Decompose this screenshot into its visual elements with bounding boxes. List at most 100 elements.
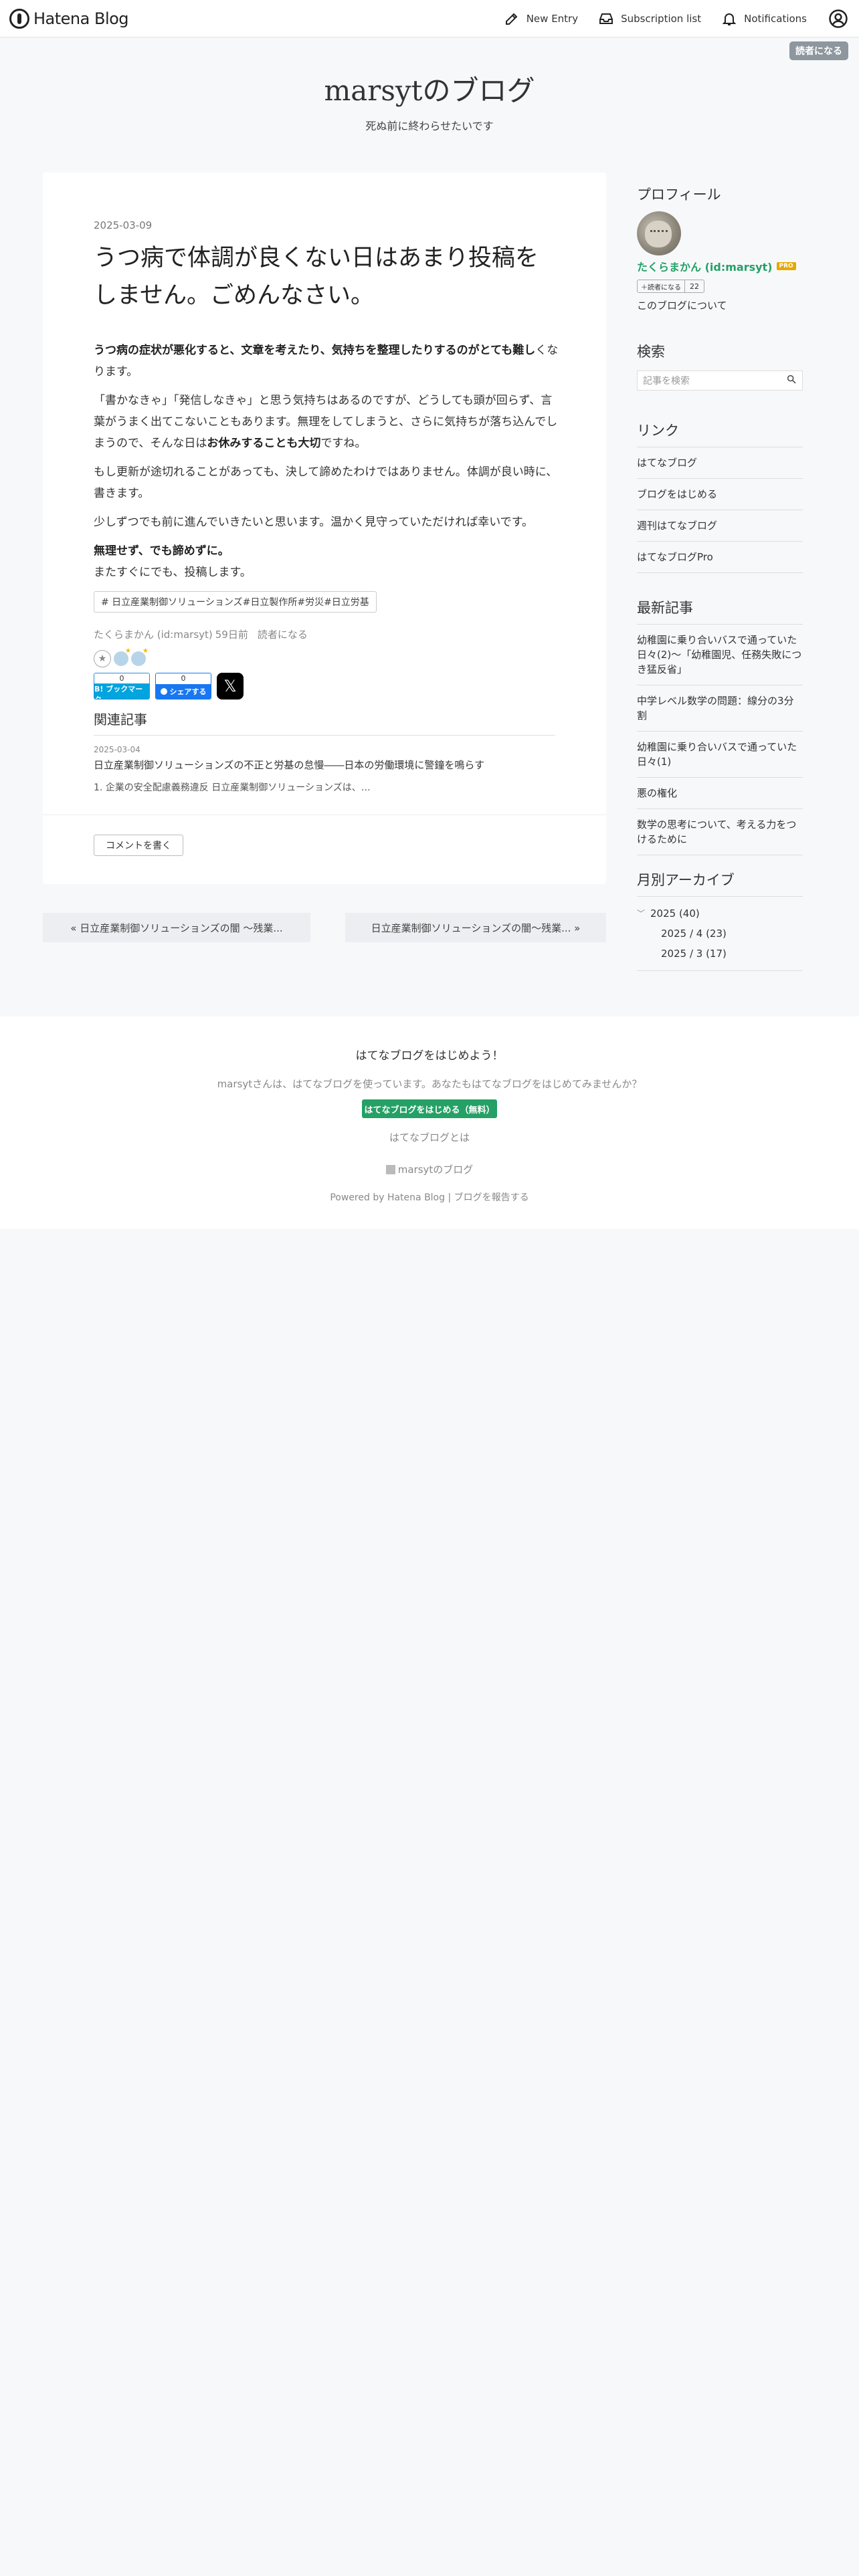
reader-count[interactable]: 22 — [685, 280, 704, 293]
related-heading: 関連記事 — [94, 709, 555, 736]
prev-entry-link[interactable]: « 日立産業制御ソリューションズの闇 〜残業... — [43, 913, 310, 942]
archive-year-label: 2025 (40) — [650, 907, 700, 920]
paragraph: 「書かなきゃ」「発信しなきゃ」と思う気持ちはあるのですが、どうしても頭が回らず、… — [94, 390, 562, 454]
reader-link[interactable]: 読者になる — [258, 629, 308, 641]
search-input[interactable]: 記事を検索 — [637, 370, 803, 391]
star-user-icon[interactable] — [131, 647, 149, 666]
time-ago[interactable]: 59日前 — [215, 629, 248, 641]
user-account-icon[interactable] — [828, 9, 848, 29]
paragraph: うつ病の症状が悪化すると、文章を考えたり、気持ちを整理したりするのがとても難しく… — [94, 340, 562, 383]
hatena-logo-icon — [9, 8, 29, 29]
entry-footer: たくらまかん (id:marsyt) 59日前 読者になる — [94, 627, 317, 641]
facebook-share-text: シェアする — [169, 687, 207, 696]
about-hatena-blog-link[interactable]: はてなブログとは — [0, 1130, 859, 1144]
profile-name-text: たくらまかん (id:marsyt) — [637, 261, 773, 274]
entry-content: うつ病の症状が悪化すると、文章を考えたり、気持ちを整理したりするのがとても難しく… — [94, 340, 562, 591]
header-actions: New Entry Subscription list Notification… — [484, 9, 848, 29]
paragraph: もし更新が途切れることがあっても、決して諦めたわけではありません。体調が良い時に… — [94, 465, 558, 500]
recent-entry[interactable]: 数学の思考について、考える力をつけるために — [637, 809, 803, 855]
search-icon[interactable] — [786, 374, 797, 387]
logo-text: Hatena Blog — [33, 9, 129, 28]
entry-title[interactable]: うつ病で体調が良くない日はあまり投稿をしません。ごめんなさい。 — [94, 239, 555, 314]
links-list: はてなブログ ブログをはじめる 週刊はてなブログ はてなブログPro — [637, 447, 803, 573]
footer-blog-link[interactable]: marsytのブログ — [0, 1162, 859, 1176]
entry-tags[interactable]: # 日立産業制御ソリューションズ#日立製作所#労災#日立労基 — [94, 591, 377, 613]
blog-title[interactable]: marsytのブログ — [0, 68, 859, 109]
footer: はてなブログをはじめよう！ marsytさんは、はてなブログを使っています。あな… — [0, 1016, 859, 1229]
entry-date[interactable]: 2025-03-09 — [94, 219, 152, 231]
related-title[interactable]: 日立産業制御ソリューションズの不正と労基の怠慢――日本の労働環境に警鐘を鳴らす — [94, 758, 484, 772]
search-title: 検索 — [637, 344, 665, 360]
powered-by[interactable]: Powered by Hatena Blog | ブログを報告する — [0, 1190, 859, 1204]
link-item[interactable]: はてなブログPro — [637, 541, 803, 573]
related-date: 2025-03-04 — [94, 745, 140, 754]
author-link[interactable]: たくらまかん (id:marsyt) — [94, 629, 213, 641]
facebook-share-button[interactable]: 0 シェアする — [155, 673, 211, 700]
profile-avatar[interactable] — [637, 211, 681, 255]
archive-month[interactable]: 2025 / 3 (17) — [637, 944, 803, 964]
recent-entry[interactable]: 幼稚園に乗り合いバスで通っていた日々(2)〜「幼稚園児、任務失敗につき猛反省」 — [637, 624, 803, 685]
facebook-label: シェアする — [156, 684, 211, 699]
edit-icon — [505, 13, 518, 25]
x-icon: 𝕏 — [223, 677, 237, 695]
notifications-button[interactable]: Notifications — [721, 11, 807, 27]
profile-reader: ＋読者になる 22 — [637, 280, 704, 293]
about-blog-link[interactable]: このブログについて — [637, 298, 727, 312]
star-area: ★ — [94, 647, 149, 667]
article: 2025-03-09 うつ病で体調が良くない日はあまり投稿をしません。ごめんなさ… — [43, 173, 606, 884]
subscription-list-button[interactable]: Subscription list — [598, 11, 701, 27]
bold-text: うつ病の症状が悪化すると、文章を考えたり、気持ちを整理したりするのがとても難し — [94, 344, 536, 357]
recent-entry[interactable]: 悪の権化 — [637, 777, 803, 809]
add-star-icon[interactable]: ★ — [94, 650, 111, 667]
footer-blog-name: marsytのブログ — [397, 1164, 474, 1176]
notifications-label: Notifications — [744, 12, 807, 25]
subscription-list-label: Subscription list — [621, 12, 702, 25]
paragraph-text: ですね。 — [320, 437, 367, 450]
profile-subscribe-button[interactable]: ＋読者になる — [637, 280, 685, 293]
chevron-down-icon[interactable]: ﹀ — [637, 903, 650, 924]
recent-entries-list: 幼稚園に乗り合いバスで通っていた日々(2)〜「幼稚園児、任務失敗につき猛反省」 … — [637, 624, 803, 855]
link-item[interactable]: 週刊はてなブログ — [637, 510, 803, 541]
star-user-icon[interactable] — [114, 647, 131, 666]
facebook-icon — [160, 688, 167, 695]
recent-entry[interactable]: 幼稚園に乗り合いバスで通っていた日々(1) — [637, 731, 803, 777]
paragraph: 少しずつでも前に進んでいきたいと思います。温かく見守っていただければ幸いです。 — [94, 516, 534, 529]
x-share-button[interactable]: 𝕏 — [217, 673, 244, 700]
archive-list: ﹀ 2025 (40) 2025 / 4 (23) 2025 / 3 (17) — [637, 896, 803, 971]
global-header: Hatena Blog New Entry Subscription list … — [0, 0, 859, 37]
bold-text: お休みすることも大切 — [207, 437, 321, 450]
new-entry-button[interactable]: New Entry — [504, 11, 578, 27]
archive-month[interactable]: 2025 / 4 (23) — [637, 924, 803, 944]
start-blog-button[interactable]: はてなブログをはじめる（無料） — [362, 1099, 497, 1118]
paragraph-text: またすぐにでも、投稿します。 — [94, 566, 252, 579]
footer-title: はてなブログをはじめよう！ — [355, 1049, 504, 1063]
next-entry-link[interactable]: 日立産業制御ソリューションズの闇〜残業... » — [345, 913, 606, 942]
profile-title: プロフィール — [637, 187, 721, 203]
blog-favicon-icon — [385, 1165, 395, 1174]
link-item[interactable]: はてなブログ — [637, 447, 803, 478]
hatena-bookmark-button[interactable]: 0 B! ブックマーク — [94, 673, 150, 700]
paragraph: 無理せず、でも諦めずに。 またすぐにでも、投稿します。 — [94, 540, 562, 583]
links-title: リンク — [637, 423, 679, 439]
blog-description: 死ぬ前に終わらせたいです — [365, 120, 494, 132]
archive-title: 月別アーカイブ — [637, 872, 735, 888]
new-entry-label: New Entry — [526, 12, 579, 25]
bookmark-label: B! ブックマーク — [94, 683, 149, 699]
related-excerpt: 1. 企業の安全配慮義務違反 日立産業制御ソリューションズは、… — [94, 782, 371, 793]
write-comment-button[interactable]: コメントを書く — [94, 835, 183, 856]
archive-year[interactable]: ﹀ 2025 (40) — [637, 903, 803, 924]
subscribe-blog-button[interactable]: 読者になる — [789, 41, 848, 60]
share-buttons: 0 B! ブックマーク 0 シェアする 𝕏 — [94, 673, 244, 700]
recent-entry[interactable]: 中学レベル数学の問題：線分の3分割 — [637, 685, 803, 731]
link-item[interactable]: ブログをはじめる — [637, 478, 803, 510]
bell-icon — [722, 13, 737, 25]
bookmark-count: 0 — [94, 673, 149, 683]
footer-text: marsytさんは、はてなブログを使っています。あなたもはてなブログをはじめてみ… — [217, 1078, 642, 1090]
facebook-count: 0 — [156, 673, 211, 684]
pro-badge: PRO — [776, 262, 796, 270]
search-placeholder: 記事を検索 — [643, 376, 690, 387]
profile-name[interactable]: たくらまかん (id:marsyt) PRO — [637, 258, 796, 274]
hatena-blog-logo[interactable]: Hatena Blog — [9, 8, 129, 29]
recent-entries-title: 最新記事 — [637, 600, 693, 616]
inbox-icon — [599, 13, 613, 24]
